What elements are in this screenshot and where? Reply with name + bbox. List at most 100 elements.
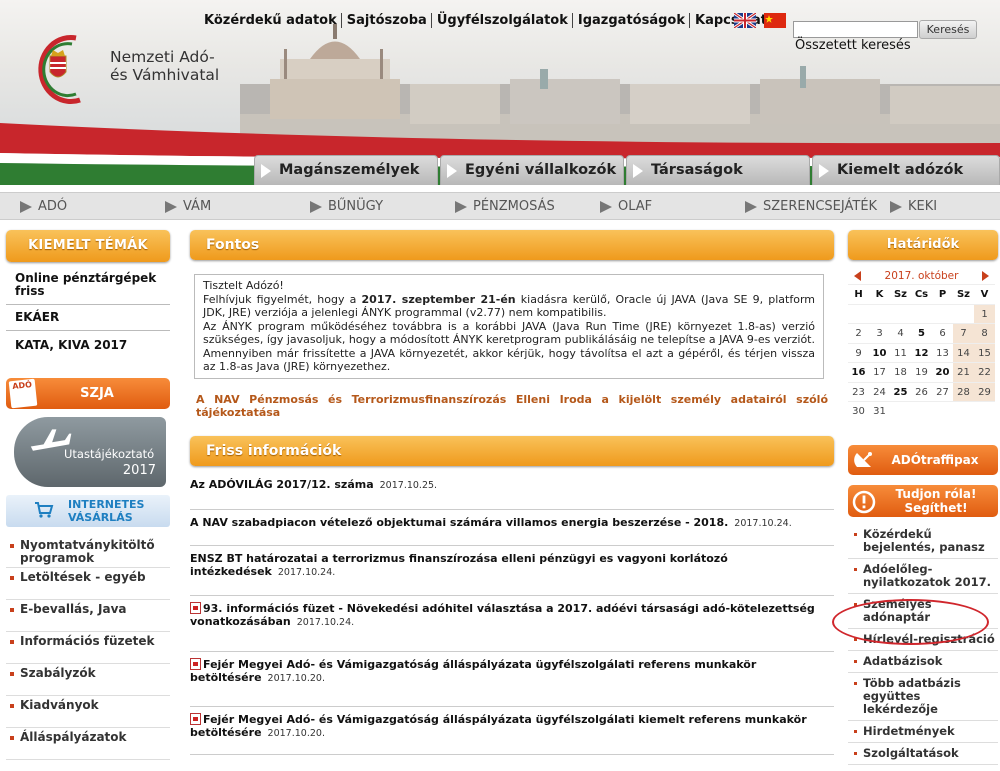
right-link-services[interactable]: Szolgáltatások bbox=[848, 747, 998, 765]
news-item[interactable]: Az ADÓVILÁG 2017/12. száma 2017.10.25. bbox=[190, 478, 834, 510]
left-link-e-filing-java[interactable]: E-bevallás, Java bbox=[6, 600, 170, 632]
china-flag-icon[interactable] bbox=[764, 13, 786, 28]
calendar-day[interactable]: 21 bbox=[953, 363, 974, 382]
arrow-right-icon bbox=[600, 201, 612, 213]
travel-info-banner[interactable]: Utastájékoztató 2017 bbox=[14, 417, 166, 487]
calendar-empty-cell bbox=[932, 402, 953, 421]
news-item[interactable]: ENSZ BT határozatai a terrorizmus finans… bbox=[190, 552, 834, 596]
calendar-week-row: 23 24 25 26 27 28 29 bbox=[848, 381, 995, 402]
chevron-left-icon[interactable] bbox=[854, 271, 861, 281]
calendar-day[interactable]: 9 bbox=[848, 344, 869, 363]
advanced-search-link[interactable]: Összetett keresés bbox=[795, 38, 911, 53]
subnav-keki[interactable]: KEKI bbox=[890, 199, 937, 214]
top-link-contact[interactable]: Kapcsolat bbox=[689, 13, 771, 28]
calendar-day[interactable]: 19 bbox=[911, 363, 932, 382]
left-link-regulations[interactable]: Szabályzók bbox=[6, 664, 170, 696]
tab-key-taxpayers[interactable]: Kiemelt adózók bbox=[812, 155, 1000, 185]
calendar-week-row: 16 17 18 19 20 21 22 bbox=[848, 362, 995, 382]
calendar-day[interactable]: 26 bbox=[911, 383, 932, 402]
weekday-label: V bbox=[980, 289, 989, 300]
uk-flag-icon[interactable] bbox=[734, 13, 756, 28]
calendar-day[interactable]: 12 bbox=[911, 344, 932, 363]
calendar-day[interactable]: 30 bbox=[848, 402, 869, 421]
calendar-day[interactable]: 22 bbox=[974, 363, 995, 382]
top-link-public-data[interactable]: Közérdekű adatok bbox=[204, 13, 341, 28]
top-link-customer-service[interactable]: Ügyfélszolgálatok bbox=[430, 13, 572, 28]
top-link-directorates[interactable]: Igazgatóságok bbox=[571, 13, 689, 28]
calendar-day[interactable]: 31 bbox=[869, 402, 890, 421]
top-link-press[interactable]: Sajtószoba bbox=[340, 13, 431, 28]
calendar-day[interactable]: 7 bbox=[953, 324, 974, 343]
arrow-right-icon bbox=[261, 164, 271, 178]
left-link-publications[interactable]: Kiadványok bbox=[6, 696, 170, 728]
calendar-empty-cell bbox=[890, 402, 911, 421]
calendar-day[interactable]: 6 bbox=[932, 324, 953, 343]
subnav-olaf[interactable]: OLAF bbox=[600, 199, 652, 214]
left-link-info-booklets[interactable]: Információs füzetek bbox=[6, 632, 170, 664]
calendar-day[interactable]: 17 bbox=[869, 363, 890, 382]
calendar-day[interactable]: 13 bbox=[932, 344, 953, 363]
subnav-vam[interactable]: VÁM bbox=[165, 199, 211, 214]
right-link-advance-declarations[interactable]: Adóelőleg-nyilatkozatok 2017. bbox=[848, 563, 998, 594]
featured-item-kata-kiva[interactable]: KATA, KIVA 2017 bbox=[6, 331, 170, 358]
subnav-szerencsejatek[interactable]: SZERENCSEJÁTÉK bbox=[745, 199, 877, 214]
adotraffipax-button[interactable]: ADÓtraffipax bbox=[848, 445, 998, 475]
left-link-form-programs[interactable]: Nyomtatványkitöltő programok bbox=[6, 536, 170, 568]
news-item[interactable]: 93. információs füzet - Növekedési adóhi… bbox=[190, 601, 834, 652]
calendar-day[interactable]: 23 bbox=[848, 383, 869, 402]
calendar-day[interactable]: 14 bbox=[953, 343, 974, 362]
right-link-announcements[interactable]: Hirdetmények bbox=[848, 725, 998, 743]
calendar-day[interactable]: 16 bbox=[848, 363, 869, 382]
news-item[interactable]: Fejér Megyei Adó- és Vámigazgatóság állá… bbox=[190, 657, 834, 707]
calendar-day[interactable]: 24 bbox=[869, 383, 890, 402]
left-link-job-postings[interactable]: Álláspályázatok bbox=[6, 728, 170, 760]
calendar-day[interactable]: 27 bbox=[932, 383, 953, 402]
news-item[interactable]: A NAV szabadpiacon vételező objektumai s… bbox=[190, 516, 834, 546]
calendar-day[interactable]: 29 bbox=[974, 382, 995, 401]
calendar-day[interactable]: 2 bbox=[848, 324, 869, 343]
szja-badge-icon: ADÓ bbox=[8, 378, 38, 409]
help-line2: Segíthet! bbox=[904, 501, 968, 515]
search-button[interactable]: Keresés bbox=[919, 20, 977, 39]
szja-button[interactable]: ADÓ SZJA bbox=[6, 378, 170, 409]
tab-sole-traders[interactable]: Egyéni vállalkozók bbox=[440, 155, 624, 185]
tab-individuals[interactable]: Magánszemélyek bbox=[254, 155, 438, 185]
chevron-right-icon[interactable] bbox=[982, 271, 989, 281]
calendar-day[interactable]: 4 bbox=[890, 324, 911, 343]
news-item[interactable]: Fejér Megyei Adó- és Vámigazgatóság állá… bbox=[190, 712, 834, 755]
calendar-day[interactable]: 11 bbox=[890, 344, 911, 363]
calendar-day[interactable]: 5 bbox=[911, 324, 932, 343]
weekday-label: Sz bbox=[956, 289, 971, 300]
calendar-day[interactable]: 25 bbox=[890, 383, 911, 402]
calendar-day[interactable]: 20 bbox=[932, 363, 953, 382]
help-report-button[interactable]: Tudjon róla! Segíthet! bbox=[848, 485, 998, 517]
news-title: 93. információs füzet - Növekedési adóhi… bbox=[190, 601, 815, 629]
subnav-bunugy[interactable]: BŰNÜGY bbox=[310, 199, 383, 214]
aml-office-link[interactable]: A NAV Pénzmosás és Terrorizmusfinanszíro… bbox=[196, 393, 828, 420]
internet-shopping-banner[interactable]: INTERNETES VÁSÁRLÁS bbox=[6, 495, 170, 527]
calendar-empty-cell bbox=[848, 305, 869, 324]
right-link-multi-db-query[interactable]: Több adatbázis együttes lekérdezője bbox=[848, 677, 998, 721]
sub-navigation: ADÓ VÁM BŰNÜGY PÉNZMOSÁS OLAF SZERENCSEJ… bbox=[0, 192, 1000, 220]
left-links-list: Nyomtatványkitöltő programok Letöltések … bbox=[6, 536, 170, 760]
calendar-day[interactable]: 18 bbox=[890, 363, 911, 382]
featured-item-online-cash-registers[interactable]: Online pénztárgépek friss bbox=[6, 266, 170, 305]
calendar-day[interactable]: 3 bbox=[869, 324, 890, 343]
search-input[interactable] bbox=[793, 21, 918, 38]
right-link-public-report[interactable]: Közérdekű bejelentés, panasz bbox=[848, 528, 998, 559]
right-link-databases[interactable]: Adatbázisok bbox=[848, 655, 998, 673]
calendar-day[interactable]: 1 bbox=[974, 304, 995, 323]
weekday-label: K bbox=[875, 289, 884, 300]
calendar-day[interactable]: 10 bbox=[869, 344, 890, 363]
calendar-week-row: 9 10 11 12 13 14 15 bbox=[848, 342, 995, 363]
left-link-downloads[interactable]: Letöltések - egyéb bbox=[6, 568, 170, 600]
calendar-day[interactable]: 28 bbox=[953, 382, 974, 401]
featured-item-ekaer[interactable]: EKÁER bbox=[6, 305, 170, 331]
calendar-day[interactable]: 15 bbox=[974, 343, 995, 362]
pdf-icon bbox=[190, 712, 201, 725]
subnav-ado[interactable]: ADÓ bbox=[20, 199, 67, 214]
subnav-label: KEKI bbox=[908, 199, 938, 214]
subnav-penzmosas[interactable]: PÉNZMOSÁS bbox=[455, 199, 555, 214]
tab-companies[interactable]: Társaságok bbox=[626, 155, 810, 185]
calendar-day[interactable]: 8 bbox=[974, 324, 995, 343]
